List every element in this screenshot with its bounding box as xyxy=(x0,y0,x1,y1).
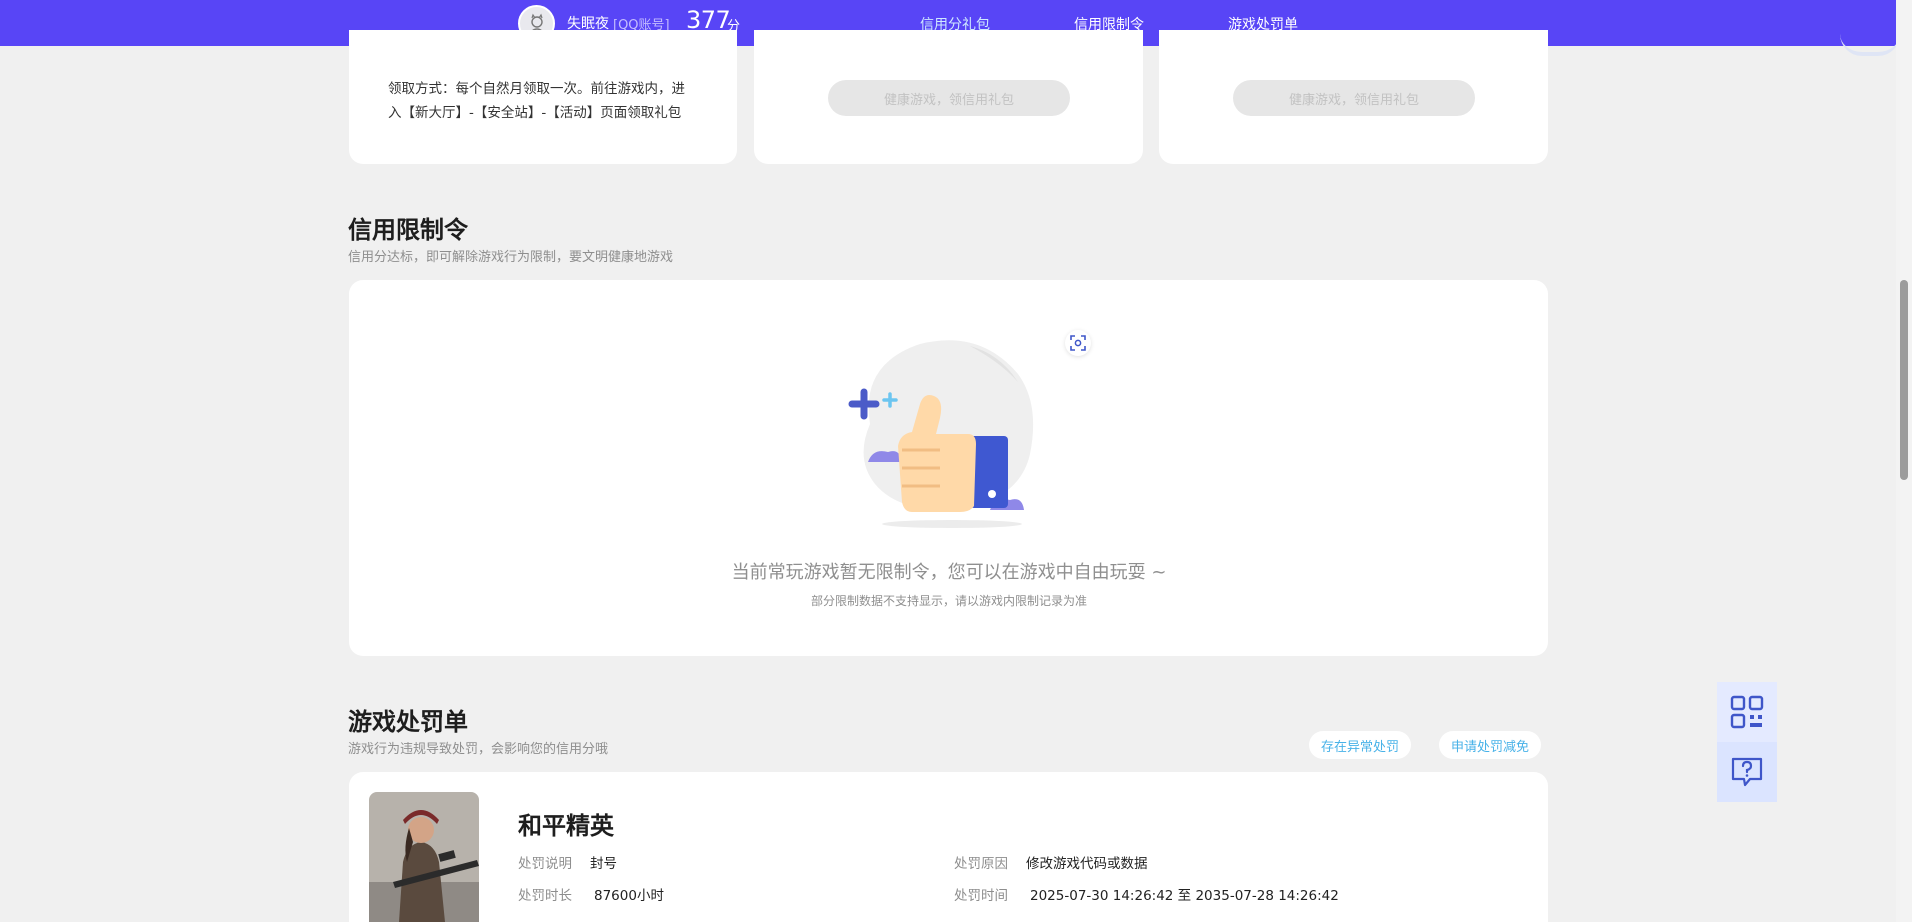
penalty-desc-label: 处罚说明 xyxy=(518,856,572,872)
penalty-time-label: 处罚时间 xyxy=(954,888,1008,904)
penalty-time-value: 2025-07-30 14:26:42 至 2035-07-28 14:26:4… xyxy=(1030,888,1339,904)
penalty-reduction-button[interactable]: 申请处罚减免 xyxy=(1439,731,1542,759)
penalty-desc-value: 封号 xyxy=(590,856,617,872)
penalty-section-title: 游戏处罚单 xyxy=(348,708,468,736)
gift-claim-description: 领取方式：每个自然月领取一次。前往游戏内，进 入【新大厅】-【安全站】-【活动】… xyxy=(388,77,708,125)
penalty-duration-label: 处罚时长 xyxy=(518,888,572,904)
claim-gift-button-2[interactable]: 健康游戏，领信用礼包 xyxy=(1233,80,1475,116)
gift-claim-line-1: 领取方式：每个自然月领取一次。前往游戏内，进 xyxy=(388,81,685,97)
scrollbar-thumb[interactable] xyxy=(1900,280,1908,480)
penalty-reason-label: 处罚原因 xyxy=(954,856,1008,872)
restriction-section-subtitle: 信用分达标，即可解除游戏行为限制，要文明健康地游戏 xyxy=(348,250,674,265)
qr-code-button[interactable] xyxy=(1717,682,1777,742)
game-name: 和平精英 xyxy=(518,812,614,840)
scan-icon xyxy=(1070,335,1086,351)
game-cover-image xyxy=(369,792,479,922)
claim-gift-button-1[interactable]: 健康游戏，领信用礼包 xyxy=(828,80,1070,116)
empty-state-message: 当前常玩游戏暂无限制令，您可以在游戏中自由玩耍 ~ xyxy=(731,562,1167,583)
abnormal-penalty-button[interactable]: 存在异常处罚 xyxy=(1309,731,1412,759)
gift-claim-line-2: 入【新大厅】-【安全站】-【活动】页面领取礼包 xyxy=(388,105,682,121)
qr-code-icon xyxy=(1730,695,1764,729)
penalty-section-subtitle: 游戏行为违规导致处罚，会影响您的信用分哦 xyxy=(348,742,609,757)
help-button[interactable] xyxy=(1717,742,1777,802)
penalty-reason-value: 修改游戏代码或数据 xyxy=(1026,856,1148,872)
restriction-section-title: 信用限制令 xyxy=(348,216,468,244)
help-chat-icon xyxy=(1731,757,1763,787)
thumbs-up-illustration xyxy=(848,340,1034,528)
empty-state-note: 部分限制数据不支持显示，请以游戏内限制记录为准 xyxy=(810,594,1087,608)
penalty-duration-value: 87600小时 xyxy=(594,888,664,904)
corner-decoration xyxy=(1840,34,1900,56)
